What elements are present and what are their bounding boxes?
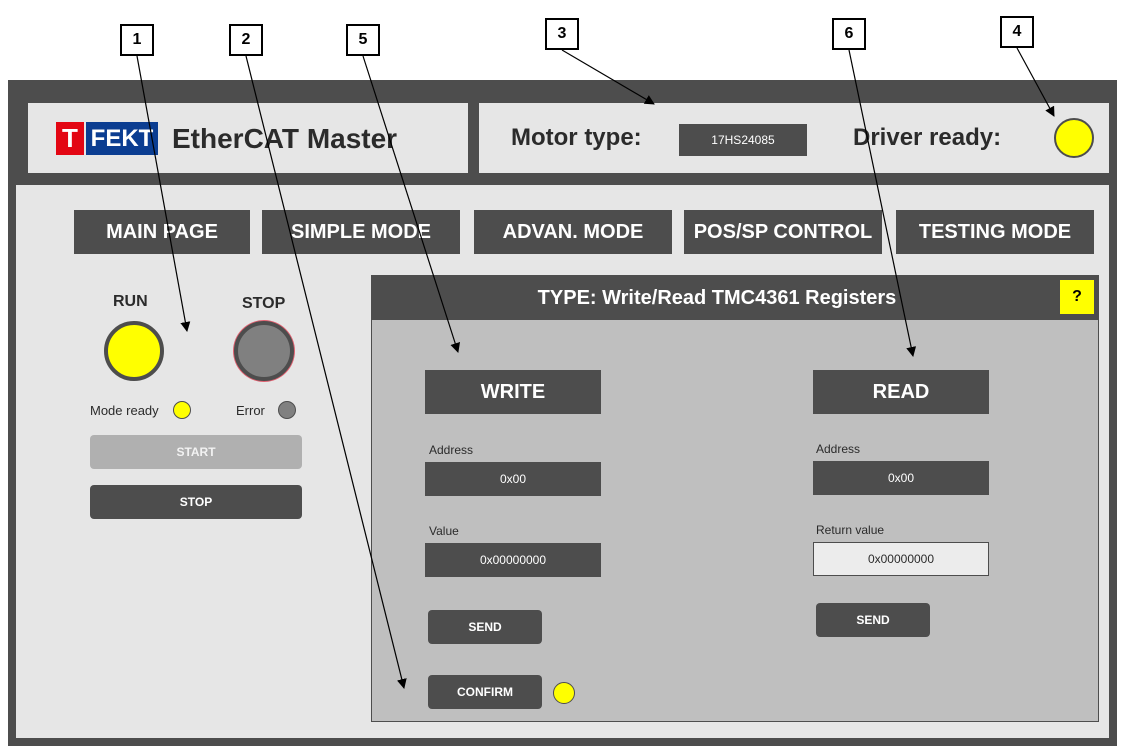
motor-status-panel: Motor type: 17HS24085 Driver ready: xyxy=(479,103,1109,173)
tab-advan-mode[interactable]: ADVAN. MODE xyxy=(474,210,672,254)
return-value-label: Return value xyxy=(816,523,885,537)
logo-fekt: FEKT xyxy=(86,122,158,155)
read-address-input[interactable]: 0x00 xyxy=(813,461,989,495)
error-led xyxy=(278,401,296,419)
write-value-input[interactable]: 0x00000000 xyxy=(425,543,601,577)
help-button[interactable]: ? xyxy=(1060,280,1094,314)
read-send-button[interactable]: SEND xyxy=(816,603,930,637)
app-window: T FEKT EtherCAT Master Motor type: 17HS2… xyxy=(8,80,1117,746)
start-button[interactable]: START xyxy=(90,435,302,469)
confirm-led xyxy=(553,682,575,704)
stop-button-round[interactable] xyxy=(234,321,294,381)
callout-2: 2 xyxy=(229,24,263,56)
callout-4: 4 xyxy=(1000,16,1034,48)
callout-6: 6 xyxy=(832,18,866,50)
register-panel: TYPE: Write/Read TMC4361 Registers ? WRI… xyxy=(371,275,1099,722)
motor-type-value: 17HS24085 xyxy=(679,124,807,156)
callout-5: 5 xyxy=(346,24,380,56)
confirm-button[interactable]: CONFIRM xyxy=(428,675,542,709)
callout-1: 1 xyxy=(120,24,154,56)
read-heading: READ xyxy=(813,370,989,414)
write-address-input[interactable]: 0x00 xyxy=(425,462,601,496)
run-button[interactable] xyxy=(104,321,164,381)
tab-testing-mode[interactable]: TESTING MODE xyxy=(896,210,1094,254)
logo-t: T xyxy=(56,122,84,155)
register-panel-title: TYPE: Write/Read TMC4361 Registers xyxy=(537,286,897,309)
app-title: EtherCAT Master xyxy=(172,123,398,154)
read-address-label: Address xyxy=(816,442,861,456)
write-send-button[interactable]: SEND xyxy=(428,610,542,644)
mode-ready-label: Mode ready xyxy=(90,403,159,418)
logo-panel: T FEKT EtherCAT Master xyxy=(28,103,468,173)
mode-ready-led xyxy=(173,401,191,419)
stop-button[interactable]: STOP xyxy=(90,485,302,519)
return-value-field: 0x00000000 xyxy=(813,542,989,576)
write-address-label: Address xyxy=(429,443,474,457)
write-value-label: Value xyxy=(429,524,459,538)
error-label: Error xyxy=(236,403,265,418)
callout-3: 3 xyxy=(545,18,579,50)
write-heading: WRITE xyxy=(425,370,601,414)
content-area: MAIN PAGE SIMPLE MODE ADVAN. MODE POS/SP… xyxy=(16,185,1109,738)
driver-ready-label: Driver ready: xyxy=(853,124,1002,151)
tab-main-page[interactable]: MAIN PAGE xyxy=(74,210,250,254)
tab-simple-mode[interactable]: SIMPLE MODE xyxy=(262,210,460,254)
tab-pos-sp-control[interactable]: POS/SP CONTROL xyxy=(684,210,882,254)
run-label: RUN xyxy=(113,293,148,310)
driver-ready-led xyxy=(1054,118,1094,158)
stop-label: STOP xyxy=(242,295,286,312)
motor-type-label: Motor type: xyxy=(511,124,642,151)
